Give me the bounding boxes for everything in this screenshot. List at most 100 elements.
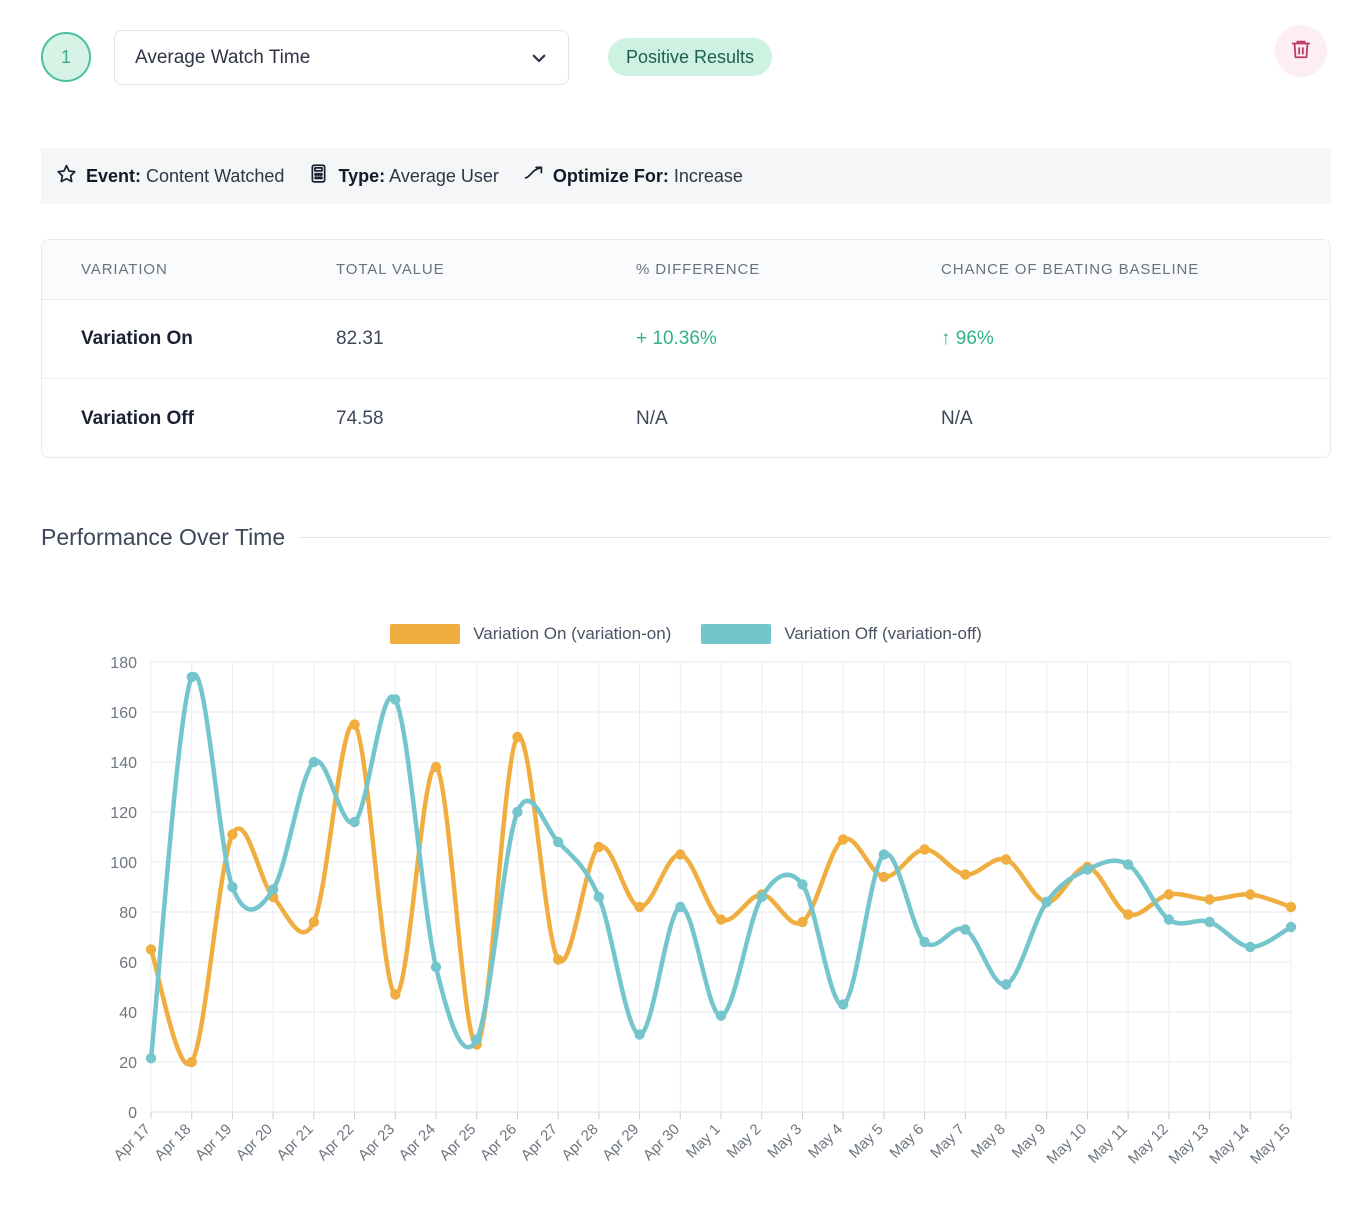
- chart-data-point[interactable]: [593, 891, 605, 903]
- x-axis-tick-label: Apr 18: [151, 1121, 194, 1164]
- x-axis-tick-label: Apr 21: [273, 1121, 316, 1164]
- chart-data-point[interactable]: [919, 936, 930, 948]
- chart-data-point[interactable]: [308, 916, 320, 928]
- table-row: Variation Off 74.58 N/A N/A: [42, 379, 1330, 457]
- delete-button[interactable]: [1275, 25, 1327, 77]
- cell-pct-difference: + 10.36%: [636, 328, 717, 349]
- chart-data-point[interactable]: [797, 879, 808, 890]
- x-axis-tick-label: May 15: [1247, 1121, 1294, 1168]
- chart-data-point[interactable]: [145, 1053, 157, 1064]
- x-axis-tick-label: Apr 29: [599, 1121, 642, 1164]
- chart-data-point[interactable]: [227, 881, 238, 893]
- table-row: Variation On 82.31 + 10.36% ↑ 96%: [42, 300, 1330, 379]
- chart-data-point[interactable]: [267, 884, 279, 895]
- calculator-icon: [308, 163, 329, 189]
- column-header-pct-difference: % DIFFERENCE: [636, 261, 761, 278]
- chart-data-point[interactable]: [593, 841, 605, 853]
- y-axis-tick-label: 120: [110, 805, 137, 822]
- metric-select[interactable]: Average Watch Time: [114, 30, 569, 85]
- chart-data-point[interactable]: [1000, 854, 1012, 865]
- chart-data-point[interactable]: [837, 834, 849, 845]
- x-axis-tick-label: Apr 17: [111, 1121, 154, 1164]
- chart-data-point[interactable]: [1285, 921, 1297, 933]
- x-axis-tick-label: May 6: [886, 1121, 927, 1162]
- x-axis-tick-label: May 12: [1125, 1121, 1172, 1168]
- chart-data-point[interactable]: [960, 924, 971, 935]
- chart-data-point[interactable]: [1163, 914, 1175, 925]
- chart-data-point[interactable]: [186, 671, 197, 683]
- chart-data-point[interactable]: [715, 1010, 727, 1021]
- chart-data-point[interactable]: [227, 829, 238, 840]
- chart-data-point[interactable]: [390, 989, 401, 1000]
- x-axis-tick-label: May 3: [764, 1121, 805, 1162]
- column-header-total-value: TOTAL VALUE: [336, 261, 445, 278]
- x-axis-tick-label: May 1: [683, 1121, 724, 1162]
- chart-data-point[interactable]: [1204, 916, 1215, 928]
- chart-data-point[interactable]: [634, 901, 645, 913]
- chart-plot-area: 0 20 40 60 80 100 120 140 160 180 Apr 17 Apr 18 Apr …: [41, 650, 1331, 1200]
- chart-data-point[interactable]: [1163, 889, 1175, 900]
- chart-data-point[interactable]: [878, 871, 890, 883]
- y-axis-tick-label: 60: [119, 955, 137, 972]
- x-axis-tick-label: Apr 23: [355, 1121, 398, 1164]
- chart-data-point[interactable]: [512, 806, 523, 818]
- table-header-row: VARIATION TOTAL VALUE % DIFFERENCE CHANC…: [42, 240, 1330, 300]
- legend-swatch: [390, 624, 461, 644]
- x-axis-tick-label: May 13: [1166, 1121, 1213, 1168]
- x-axis-tick-label: Apr 27: [518, 1121, 561, 1164]
- chart-data-point[interactable]: [145, 944, 157, 955]
- chart-data-point[interactable]: [430, 761, 442, 773]
- chart-data-point[interactable]: [308, 756, 320, 768]
- chart-data-point[interactable]: [552, 954, 564, 965]
- step-number-badge: 1: [41, 32, 91, 82]
- chart-data-point[interactable]: [919, 844, 930, 855]
- chart-data-point[interactable]: [1122, 909, 1134, 920]
- chart-data-point[interactable]: [349, 816, 360, 828]
- chart-svg: 020406080100120140160180Apr 17Apr 18Apr …: [110, 655, 1297, 1168]
- chart-data-point[interactable]: [471, 1034, 482, 1045]
- legend-item-variation-on[interactable]: Variation On (variation-on): [390, 624, 671, 644]
- chart-data-point[interactable]: [186, 1056, 197, 1068]
- chart-data-point[interactable]: [430, 961, 442, 973]
- chart-data-point[interactable]: [1082, 864, 1093, 875]
- chart-data-point[interactable]: [512, 731, 523, 743]
- chart-data-point[interactable]: [878, 849, 890, 860]
- trending-up-icon: [523, 163, 544, 189]
- chart-data-point[interactable]: [1285, 901, 1297, 913]
- chart-data-point[interactable]: [349, 719, 360, 730]
- column-header-chance: CHANCE OF BEATING BASELINE: [941, 261, 1200, 278]
- chart-data-point[interactable]: [552, 836, 564, 848]
- chart-data-point[interactable]: [797, 916, 808, 928]
- experiment-header: 1 Average Watch Time Positive Results: [0, 0, 1372, 120]
- chart-data-point[interactable]: [1000, 979, 1012, 990]
- cell-variation-name: Variation On: [81, 328, 193, 349]
- x-axis-tick-label: Apr 28: [558, 1121, 601, 1164]
- x-axis-tick-label: Apr 20: [233, 1121, 276, 1164]
- chart-data-point[interactable]: [756, 891, 767, 903]
- chart-data-point[interactable]: [1122, 859, 1134, 870]
- meta-optimize-value: Increase: [673, 165, 743, 186]
- x-axis-tick-label: Apr 25: [436, 1121, 479, 1164]
- chart-data-point[interactable]: [1204, 894, 1215, 905]
- y-axis-tick-label: 20: [119, 1055, 137, 1072]
- experiment-meta-strip: Event: Content Watched Type: Average Use…: [41, 148, 1331, 204]
- meta-type-text: Type: Average User: [338, 166, 498, 187]
- meta-optimize: Optimize For: Increase: [523, 163, 743, 189]
- chart-data-point[interactable]: [837, 999, 849, 1010]
- meta-event: Event: Content Watched: [56, 163, 284, 189]
- x-axis-tick-label: May 8: [968, 1121, 1009, 1162]
- cell-chance-of-beating-baseline: N/A: [941, 407, 973, 429]
- chart-data-point[interactable]: [1041, 896, 1052, 908]
- chart-data-point[interactable]: [1245, 889, 1256, 900]
- chart-data-point[interactable]: [390, 694, 401, 705]
- chart-data-point[interactable]: [1245, 941, 1256, 953]
- chart-data-point[interactable]: [634, 1029, 645, 1040]
- legend-label: Variation Off (variation-off): [784, 624, 982, 643]
- chart-data-point[interactable]: [675, 901, 686, 913]
- cell-total-value: 74.58: [336, 407, 384, 429]
- chart-data-point[interactable]: [675, 849, 686, 860]
- chart-data-point[interactable]: [715, 914, 727, 925]
- chart-data-point[interactable]: [960, 869, 971, 880]
- column-header-variation: VARIATION: [81, 261, 168, 278]
- legend-item-variation-off[interactable]: Variation Off (variation-off): [701, 624, 982, 644]
